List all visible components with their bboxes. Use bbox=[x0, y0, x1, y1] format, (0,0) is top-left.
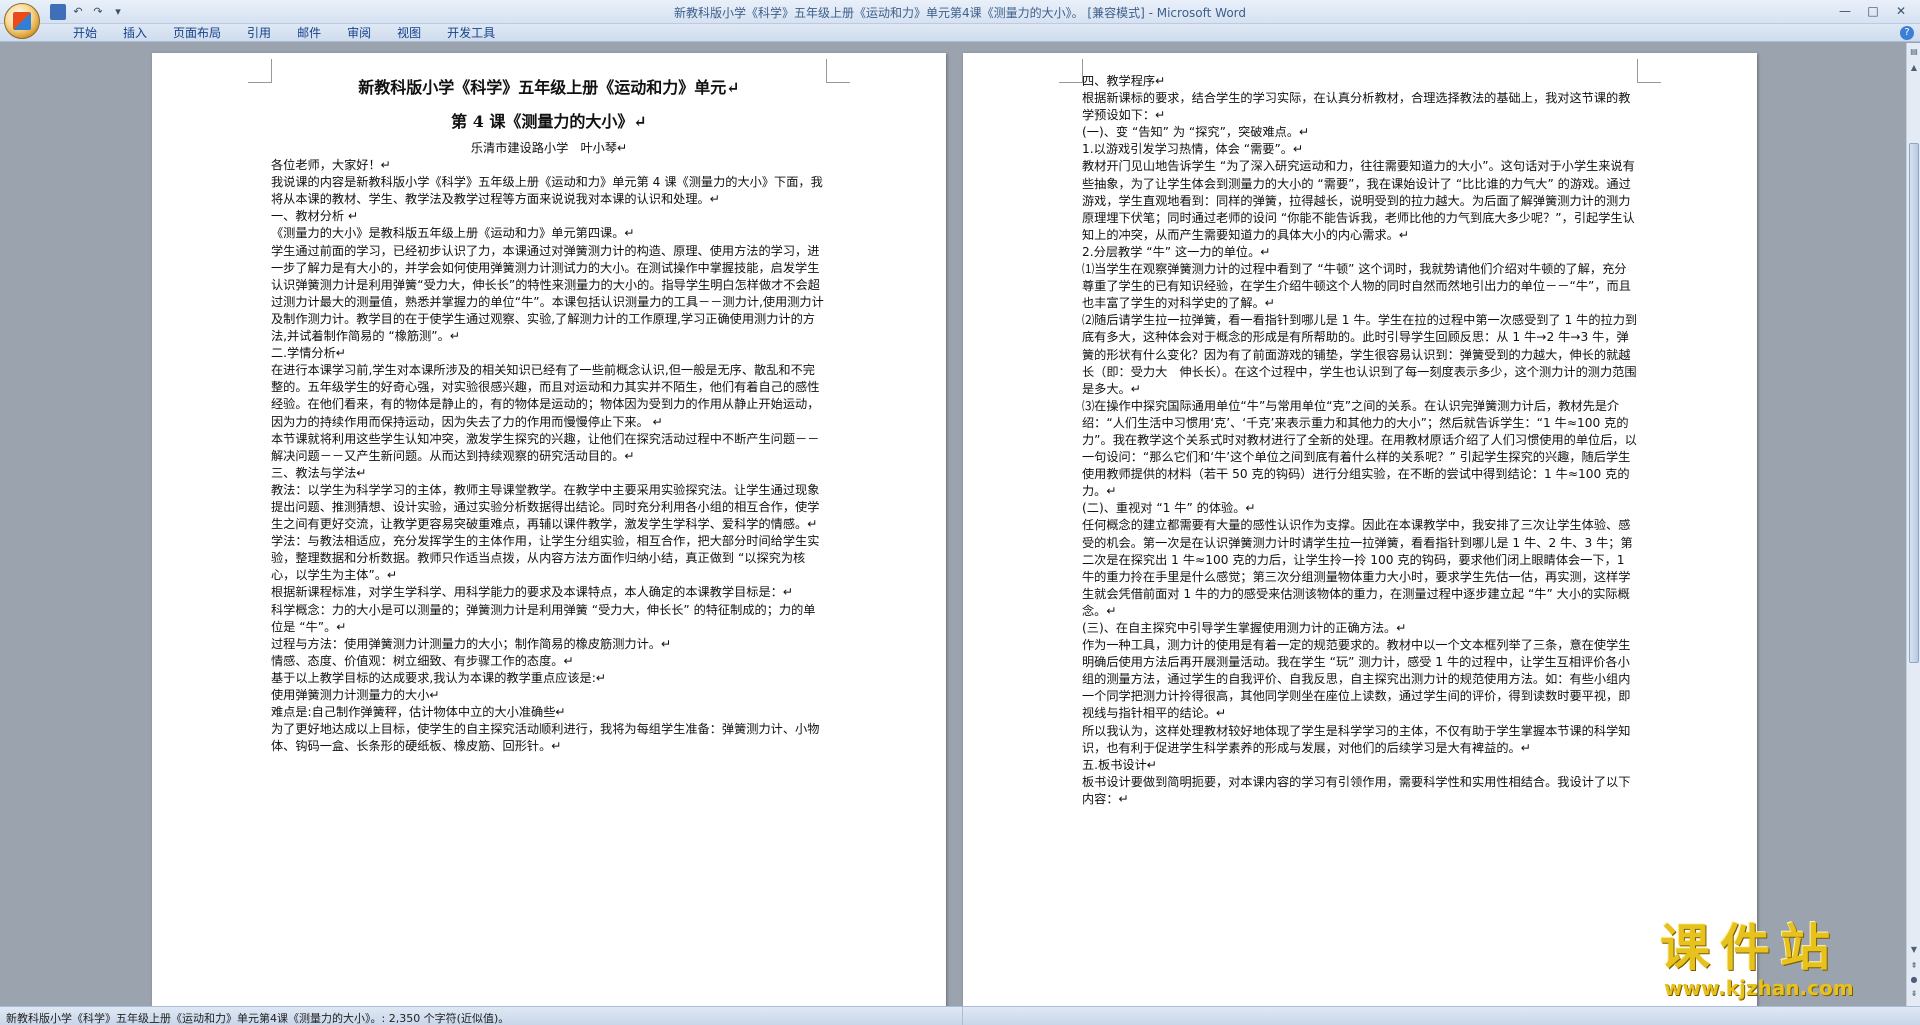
paragraph: 基于以上教学目标的达成要求,我认为本课的教学重点应该是:↵ bbox=[271, 670, 607, 685]
office-button[interactable] bbox=[4, 3, 40, 39]
page-left[interactable]: 新教科版小学《科学》五年级上册《运动和力》单元↵ 第 4 课《测量力的大小》↵ … bbox=[152, 53, 946, 1006]
document-author: 乐清市建设路小学 叶小琴↵ bbox=[470, 141, 628, 155]
select-browse-object-icon[interactable]: ● bbox=[1908, 973, 1920, 986]
paragraph: ⑶在操作中探究国际通用单位“牛”与常用单位“克”之间的关系。在认识完弹簧测力计后… bbox=[1082, 398, 1637, 499]
crop-mark-top-left bbox=[248, 59, 272, 83]
paragraph: 情感、态度、价值观：树立细致、有步骤工作的态度。↵ bbox=[271, 653, 574, 668]
tab-insert[interactable]: 插入 bbox=[110, 24, 160, 42]
paragraph: 1.以游戏引发学习热情，体会 “需要”。↵ bbox=[1082, 142, 1304, 157]
title-bar: ↶ ↷ ▾ 新教科版小学《科学》五年级上册《运动和力》单元第4课《测量力的大小》… bbox=[0, 0, 1920, 24]
crop-mark-top-right bbox=[826, 59, 850, 83]
section-heading: (一)、变 “告知” 为 “探究”，突破难点。↵ bbox=[1082, 125, 1310, 140]
paragraph: ⑵随后请学生拉一拉弹簧，看一看指针到哪儿是 1 牛。学生在拉的过程中第一次感受到… bbox=[1082, 313, 1638, 396]
paragraph: 根据新课程标准，对学生学科学、用科学能力的要求及本课特点，本人确定的本课教学目标… bbox=[271, 585, 794, 600]
paragraph: 教法：以学生为科学学习的主体，教师主导课堂教学。在教学中主要采用实验探究法。让学… bbox=[271, 482, 820, 532]
paragraph: 为了更好地达成以上目标，使学生的自主探究活动顺利进行，我将为每组学生准备：弹簧测… bbox=[271, 722, 820, 754]
ribbon: 开始 插入 页面布局 引用 邮件 审阅 视图 开发工具 ? bbox=[0, 24, 1920, 42]
close-button[interactable]: ✕ bbox=[1888, 2, 1914, 20]
status-bar: 新教科版小学《科学》五年级上册《运动和力》单元第4课《测量力的大小》。: 2,3… bbox=[0, 1006, 1920, 1025]
paragraph: 使用弹簧测力计测量力的大小↵ bbox=[271, 688, 440, 702]
maximize-button[interactable]: □ bbox=[1860, 2, 1886, 20]
paragraph: 过程与方法：使用弹簧测力计测量力的大小；制作简易的橡皮筋测力计。↵ bbox=[271, 636, 672, 651]
next-page-icon[interactable]: ⇟ bbox=[1908, 987, 1920, 1000]
scrollbar-thumb[interactable] bbox=[1909, 143, 1919, 663]
section-heading: 三、教法与学法↵ bbox=[271, 465, 367, 480]
window-controls: — □ ✕ bbox=[1832, 2, 1914, 20]
tab-page-layout[interactable]: 页面布局 bbox=[160, 24, 234, 42]
section-heading: (二)、重视对 “1 牛” 的体验。↵ bbox=[1082, 501, 1256, 516]
paragraph: 学法：与教法相适应，充分发挥学生的主体作用，让学生分组实验，相互合作，把大部分时… bbox=[271, 534, 820, 583]
paragraph: 各位老师，大家好！↵ bbox=[271, 158, 391, 173]
paragraph: 《测量力的大小》是教科版五年级上册《运动和力》单元第四课。↵ bbox=[271, 226, 635, 241]
tab-developer[interactable]: 开发工具 bbox=[434, 24, 508, 42]
window-title: 新教科版小学《科学》五年级上册《运动和力》单元第4课《测量力的大小》。 [兼容模… bbox=[673, 6, 1247, 20]
page-right[interactable]: 四、教学程序↵ 根据新课标的要求，结合学生的学习实际，在认真分析教材，合理选择教… bbox=[963, 53, 1757, 1006]
page-right-content: 四、教学程序↵ 根据新课标的要求，结合学生的学习实际，在认真分析教材，合理选择教… bbox=[1082, 73, 1638, 808]
office-logo-icon bbox=[13, 12, 31, 30]
ruler-toggle-icon[interactable]: ▤ bbox=[1908, 45, 1920, 58]
status-divider bbox=[962, 1007, 963, 1025]
paragraph: 我说课的内容是新教科版小学《科学》五年级上册《运动和力》单元第 4 课《测量力的… bbox=[271, 175, 823, 207]
crop-mark-top-right bbox=[1637, 59, 1661, 83]
tab-review[interactable]: 审阅 bbox=[334, 24, 384, 42]
ribbon-tabs: 开始 插入 页面布局 引用 邮件 审阅 视图 开发工具 bbox=[60, 24, 508, 42]
previous-page-icon[interactable]: ⇞ bbox=[1908, 959, 1920, 972]
paragraph: 板书设计要做到简明扼要，对本课内容的学习有引领作用，需要科学性和实用性相结合。我… bbox=[1082, 774, 1631, 806]
scroll-down-icon[interactable]: ▼ bbox=[1908, 943, 1920, 956]
paragraph: ⑴当学生在观察弹簧测力计的过程中看到了 “牛顿” 这个词时，我就势请他们介绍对牛… bbox=[1082, 262, 1631, 311]
tab-home[interactable]: 开始 bbox=[60, 24, 110, 42]
status-text: 新教科版小学《科学》五年级上册《运动和力》单元第4课《测量力的大小》。: 2,3… bbox=[6, 1012, 510, 1025]
paragraph: 难点是:自己制作弹簧秤，估计物体中立的大小准确些↵ bbox=[271, 705, 566, 720]
paragraph: 科学概念：力的大小是可以测量的；弹簧测力计是利用弹簧 “受力大，伸长长” 的特征… bbox=[271, 602, 816, 634]
section-heading: 一、教材分析 ↵ bbox=[271, 209, 359, 224]
paragraph: 本节课就将利用这些学生认知冲突，激发学生探究的兴趣，让他们在探究活动过程中不断产… bbox=[271, 431, 820, 463]
paragraph: 在进行本课学习前,学生对本课所涉及的相关知识已经有了一些前概念认识,但一般是无序… bbox=[271, 363, 820, 429]
crop-mark-top-left bbox=[1059, 59, 1083, 83]
paragraph: 教材开门见山地告诉学生 “为了深入研究运动和力，往往需要知道力的大小”。这句话对… bbox=[1082, 159, 1635, 242]
tab-references[interactable]: 引用 bbox=[234, 24, 284, 42]
tab-view[interactable]: 视图 bbox=[384, 24, 434, 42]
section-heading: 二.学情分析↵ bbox=[271, 346, 347, 361]
paragraph: 所以我认为，这样处理教材较好地体现了学生是科学学习的主体，不仅有助于学生掌握本节… bbox=[1082, 723, 1631, 755]
paragraph: 作为一种工具，测力计的使用是有着一定的规范要求的。教材中以一个文本框列举了三条，… bbox=[1082, 638, 1631, 721]
paragraph: 任何概念的建立都需要有大量的感性认识作为支撑。因此在本课教学中，我安排了三次让学… bbox=[1082, 518, 1633, 618]
section-heading: 四、教学程序↵ bbox=[1082, 74, 1166, 88]
paragraph: 2.分层教学 “牛” 这一力的单位。↵ bbox=[1082, 244, 1271, 259]
document-subtitle: 第 4 课《测量力的大小》↵ bbox=[451, 112, 647, 131]
section-heading: 五.板书设计↵ bbox=[1082, 757, 1158, 772]
section-heading: (三)、在自主探究中引导学生掌握使用测力计的正确方法。↵ bbox=[1082, 621, 1407, 635]
document-title: 新教科版小学《科学》五年级上册《运动和力》单元↵ bbox=[358, 78, 740, 97]
tab-mailings[interactable]: 邮件 bbox=[284, 24, 334, 42]
document-area[interactable]: 新教科版小学《科学》五年级上册《运动和力》单元↵ 第 4 课《测量力的大小》↵ … bbox=[0, 43, 1906, 1006]
paragraph: 学生通过前面的学习，已经初步认识了力，本课通过对弹簧测力计的构造、原理、使用方法… bbox=[271, 243, 824, 344]
vertical-scrollbar[interactable]: ▤ ▲ ▼ ⇞ ● ⇟ bbox=[1906, 43, 1920, 1006]
help-icon[interactable]: ? bbox=[1900, 26, 1914, 40]
page-left-content: 新教科版小学《科学》五年级上册《运动和力》单元↵ 第 4 课《测量力的大小》↵ … bbox=[271, 75, 827, 755]
paragraph: 根据新课标的要求，结合学生的学习实际，在认真分析教材，合理选择教法的基础上，我对… bbox=[1082, 91, 1631, 123]
scroll-up-icon[interactable]: ▲ bbox=[1908, 61, 1920, 74]
minimize-button[interactable]: — bbox=[1832, 2, 1858, 20]
